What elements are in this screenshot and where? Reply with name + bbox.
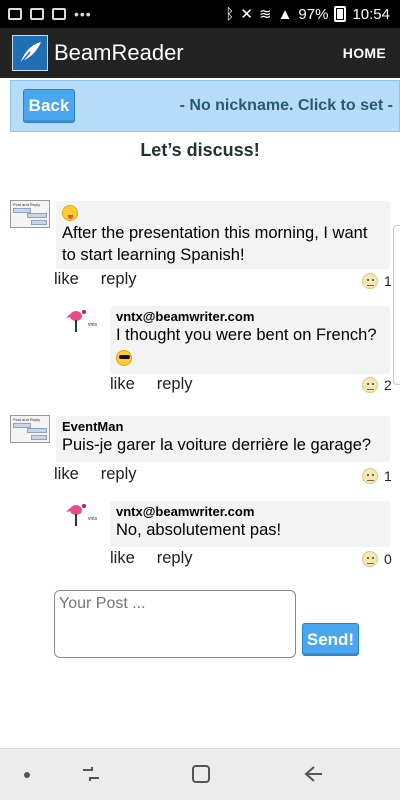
reply-actions: like reply [110,375,193,394]
avatar-caption: Post and Reply [13,417,41,422]
reply-text: No, absolutement pas! [116,521,282,539]
reply-author: vntx@beamwriter.com [116,504,255,519]
reply-button[interactable]: reply [101,270,137,289]
post-actions: like reply [54,270,137,289]
send-button[interactable]: Send! [302,623,359,656]
home-nav-icon[interactable] [191,764,211,784]
bluetooth-icon: ᛒ [225,5,235,23]
more-notifications-icon: ••• [74,6,92,22]
reply-button[interactable]: reply [157,549,193,568]
reply-button[interactable]: reply [101,465,137,484]
post-bubble: After the presentation this morning, I w… [56,201,390,269]
flamingo-avatar-icon: vntx [66,310,98,332]
smiley-icon [362,377,378,393]
post-text: After the presentation this morning, I w… [62,224,368,264]
reply-actions: like reply [110,549,193,568]
post-bubble: EventMan Puis-je garer la voiture derriè… [56,416,390,462]
post-actions: like reply [54,465,137,484]
nav-dot-icon [24,772,30,778]
image-icon [30,8,44,20]
like-count-value: 1 [384,468,392,484]
mute-icon: ✕ [240,6,253,23]
svg-text:vntx: vntx [88,516,98,522]
like-count: 0 [362,551,392,567]
clock: 10:54 [352,5,390,23]
smiley-icon [362,468,378,484]
scrollbar[interactable] [393,225,400,385]
reply-bubble: vntx@beamwriter.com I thought you were b… [110,306,390,374]
signal-icon: ▲ [277,5,293,23]
avatar-caption: Post and Reply [13,202,41,207]
like-count-value: 0 [384,551,392,567]
like-count-value: 2 [384,377,392,393]
like-count: 1 [362,273,392,289]
svg-text:vntx: vntx [88,322,98,328]
post-input[interactable] [54,590,296,658]
nickname-bar: Back - No nickname. Click to set - [10,80,400,132]
app-bar: BeamReader HOME [0,28,400,78]
page-title: Let’s discuss! [140,140,260,160]
status-bar: ••• ᛒ ✕ ≋ ▲ 97% 10:54 [0,0,400,28]
smiley-icon [362,551,378,567]
like-button[interactable]: like [54,270,79,289]
battery-percent: 97% [298,5,329,23]
reply-text: I thought you were bent on French? [116,324,384,368]
post-avatar: Post and Reply [10,200,50,228]
tongue-emoji-icon [62,204,78,221]
app-title: BeamReader [54,40,184,65]
like-button[interactable]: like [54,465,79,484]
like-count: 2 [362,377,392,393]
back-nav-icon[interactable] [302,764,324,784]
battery-icon [334,6,347,22]
recent-apps-icon[interactable] [80,764,102,784]
wifi-icon: ≋ [258,6,272,23]
calendar-icon [52,8,66,20]
sunglasses-emoji-icon [116,349,132,366]
reply-author: vntx@beamwriter.com [116,309,255,324]
post-author: EventMan [62,419,124,434]
system-nav-bar [0,748,400,800]
home-button[interactable]: HOME [343,45,386,61]
like-count-value: 1 [384,273,392,289]
mail-icon [8,8,22,20]
back-button[interactable]: Back [23,89,75,123]
smiley-icon [362,273,378,289]
post-text: Puis-je garer la voiture derrière le gar… [62,436,372,454]
reply-button[interactable]: reply [157,375,193,394]
like-button[interactable]: like [110,375,135,394]
flamingo-avatar-icon: vntx [66,504,98,526]
reply-bubble: vntx@beamwriter.com No, absolutement pas… [110,501,390,547]
set-nickname-link[interactable]: - No nickname. Click to set - [180,97,393,115]
like-button[interactable]: like [110,549,135,568]
like-count: 1 [362,468,392,484]
feather-logo-icon [12,35,48,71]
post-header [62,204,384,222]
post-avatar: Post and Reply [10,415,50,443]
